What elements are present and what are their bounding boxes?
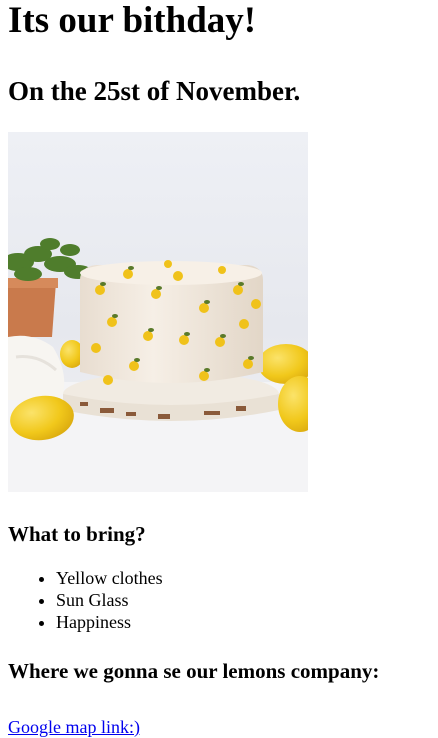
bring-heading: What to bring?	[8, 522, 146, 546]
list-item: Sun Glass	[56, 589, 430, 611]
date-subtitle: On the 25st of November.	[8, 76, 301, 106]
list-item: Yellow clothes	[56, 567, 430, 589]
list-item: Happiness	[56, 611, 430, 633]
location-heading: Where we gonna se our lemons company:	[8, 659, 380, 683]
cake-photo	[8, 132, 308, 492]
page-content: Its our bithday! On the 25st of November…	[0, 1, 438, 738]
bring-list: Yellow clothes Sun Glass Happiness	[8, 567, 430, 633]
google-map-link[interactable]: Google map link:)	[8, 716, 140, 738]
page-title: Its our bithday!	[8, 0, 257, 41]
